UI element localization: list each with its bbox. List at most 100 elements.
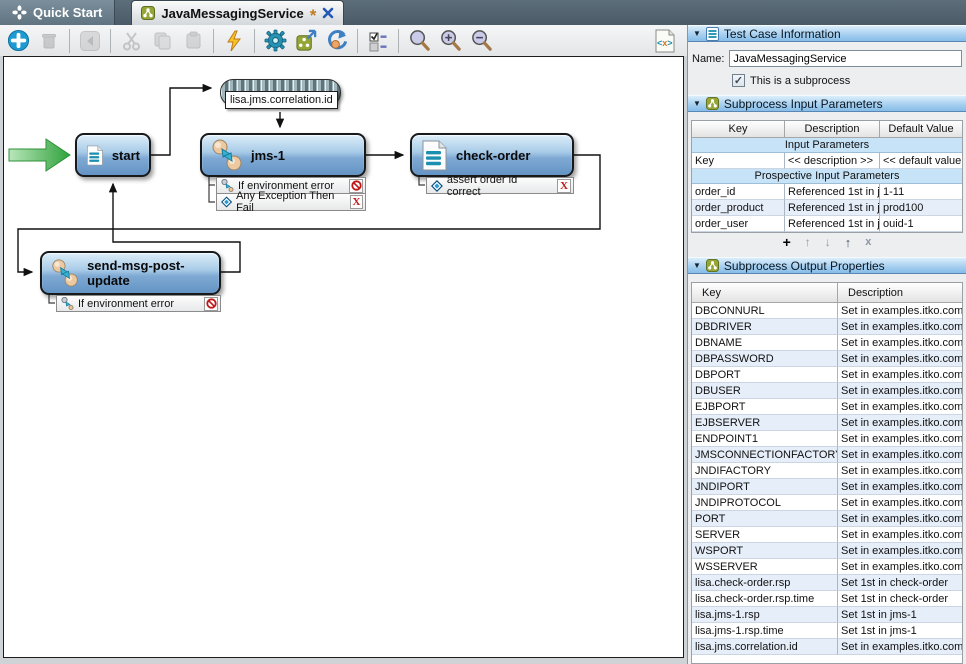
cell-description[interactable]: Set in examples.itko.com.confi... [838,367,962,383]
table-row[interactable]: DBPASSWORD Set in examples.itko.com.conf… [692,351,962,367]
cell-key[interactable]: lisa.jms-1.rsp [692,607,838,623]
section-header-output-properties[interactable]: ▼ Subprocess Output Properties [688,257,966,274]
cell-description[interactable]: Set 1st in check-order [838,591,962,607]
column-header[interactable]: Description [785,121,880,138]
copy-button[interactable] [148,27,176,54]
zoom-out-button[interactable] [467,27,495,54]
table-row[interactable]: DBUSER Set in examples.itko.com.confi... [692,383,962,399]
column-header[interactable]: Key [692,283,838,303]
delete-step-button[interactable] [35,27,63,54]
cell-description[interactable]: Referenced 1st in j... [785,200,880,216]
cell-description[interactable]: Referenced 1st in j... [785,184,880,200]
cell-description[interactable]: Set in examples.itko.com.confi... [838,383,962,399]
cell-description[interactable]: Set in examples.itko.com.confi... [838,511,962,527]
cell-key[interactable]: SERVER [692,527,838,543]
add-step-button[interactable] [4,27,32,54]
cell-description[interactable]: Set in examples.itko.com.confi... [838,415,962,431]
cell-key[interactable]: order_user [692,216,785,232]
table-row[interactable]: lisa.check-order.rsp Set 1st in check-or… [692,575,962,591]
cell-key[interactable]: DBPASSWORD [692,351,838,367]
cell-description[interactable]: Set in examples.itko.com.confi... [838,639,962,655]
cell-description[interactable]: Set in examples.itko.com.confi... [838,447,962,463]
move-row-down-button[interactable]: ↓ [825,235,831,250]
tab-java-messaging-service[interactable]: JavaMessagingService * [131,0,345,25]
cell-description[interactable]: Set in examples.itko.com.confi... [838,543,962,559]
cell-default-value[interactable]: ouid-1 [880,216,962,232]
export-subprocess-button[interactable] [292,27,320,54]
cell-key[interactable]: DBDRIVER [692,319,838,335]
column-header[interactable]: Description [838,283,962,303]
table-row[interactable]: DBCONNURL Set in examples.itko.com.confi… [692,303,962,319]
red-x-icon[interactable]: X [349,195,363,209]
run-button[interactable] [220,27,248,54]
workflow-canvas[interactable]: lisa.jms.correlation.id start jms-1 If e… [3,56,684,658]
table-row[interactable]: JMSCONNECTIONFACTORY Set in examples.itk… [692,447,962,463]
table-row[interactable]: order_id Referenced 1st in j... 1-11 [692,184,962,200]
paste-button[interactable] [179,27,207,54]
column-header[interactable]: Key [692,121,785,138]
table-row[interactable]: EJBPORT Set in examples.itko.com.confi..… [692,399,962,415]
cell-description[interactable]: Set in examples.itko.com.confi... [838,495,962,511]
cell-description[interactable]: Set in examples.itko.com.confi... [838,559,962,575]
cell-description[interactable]: Set in examples.itko.com.confi... [838,351,962,367]
cell-key[interactable]: lisa.jms.correlation.id [692,639,838,655]
table-row[interactable]: lisa.jms.correlation.id Set in examples.… [692,639,962,655]
collapse-triangle-icon[interactable]: ▼ [693,99,701,108]
cell-key[interactable]: DBNAME [692,335,838,351]
table-row[interactable]: EJBSERVER Set in examples.itko.com.confi… [692,415,962,431]
cell-default-value[interactable]: << default value >> [880,153,962,169]
cell-default-value[interactable]: 1-11 [880,184,962,200]
collapse-triangle-icon[interactable]: ▼ [693,29,701,38]
cell-key[interactable]: EJBPORT [692,399,838,415]
cell-key[interactable]: WSPORT [692,543,838,559]
settings-button[interactable] [261,27,289,54]
cell-description[interactable]: Set in examples.itko.com.confi... [838,527,962,543]
cell-key[interactable]: order_product [692,200,785,216]
cell-default-value[interactable]: prod100 [880,200,962,216]
table-row[interactable]: lisa.check-order.rsp.time Set 1st in che… [692,591,962,607]
cell-description[interactable]: Set 1st in jms-1 [838,607,962,623]
cell-key[interactable]: JMSCONNECTIONFACTORY [692,447,838,463]
cell-description[interactable]: Referenced 1st in j... [785,216,880,232]
cell-key[interactable]: lisa.check-order.rsp [692,575,838,591]
zoom-reset-button[interactable] [405,27,433,54]
cell-key[interactable]: JNDIFACTORY [692,463,838,479]
promote-row-button[interactable]: ↑ [845,235,852,250]
subprocess-checkbox[interactable]: ✓ [732,74,745,87]
cell-key[interactable]: DBCONNURL [692,303,838,319]
cell-description[interactable]: Set in examples.itko.com.confi... [838,319,962,335]
collapse-triangle-icon[interactable]: ▼ [693,261,701,270]
table-row[interactable]: JNDIFACTORY Set in examples.itko.com.con… [692,463,962,479]
checklist-button[interactable] [364,27,392,54]
cell-key[interactable]: WSSERVER [692,559,838,575]
cell-key[interactable]: DBPORT [692,367,838,383]
assertion-row[interactable]: assert order id correct X [426,174,574,198]
table-row[interactable]: WSPORT Set in examples.itko.com.confi... [692,543,962,559]
cell-key[interactable]: PORT [692,511,838,527]
node-start[interactable]: start [75,133,151,177]
no-entry-icon[interactable] [204,296,218,311]
cell-key[interactable]: JNDIPROTOCOL [692,495,838,511]
move-row-up-button[interactable]: ↑ [805,235,811,250]
cell-key[interactable]: EJBSERVER [692,415,838,431]
table-row[interactable]: lisa.jms-1.rsp.time Set 1st in jms-1 [692,623,962,639]
node-check-order[interactable]: check-order [410,133,574,177]
cell-key[interactable]: JNDIPORT [692,479,838,495]
node-jms-1[interactable]: jms-1 [200,133,366,177]
red-x-icon[interactable]: X [557,178,571,193]
add-row-button[interactable]: + [783,235,791,250]
table-row[interactable]: WSSERVER Set in examples.itko.com.confi.… [692,559,962,575]
cell-description[interactable]: Set 1st in check-order [838,575,962,591]
cell-description[interactable]: Set in examples.itko.com.confi... [838,399,962,415]
tab-quick-start[interactable]: Quick Start [0,0,116,25]
table-row[interactable]: SERVER Set in examples.itko.com.confi... [692,527,962,543]
delete-row-button[interactable]: x [865,235,871,250]
cell-key[interactable]: Key [692,153,785,169]
table-row[interactable]: PORT Set in examples.itko.com.confi... [692,511,962,527]
assertion-row[interactable]: Any Exception Then Fail X [216,190,366,214]
table-row[interactable]: JNDIPROTOCOL Set in examples.itko.com.co… [692,495,962,511]
table-row[interactable]: DBDRIVER Set in examples.itko.com.confi.… [692,319,962,335]
cell-key[interactable]: lisa.check-order.rsp.time [692,591,838,607]
table-row[interactable]: lisa.jms-1.rsp Set 1st in jms-1 [692,607,962,623]
name-input[interactable] [729,50,962,67]
